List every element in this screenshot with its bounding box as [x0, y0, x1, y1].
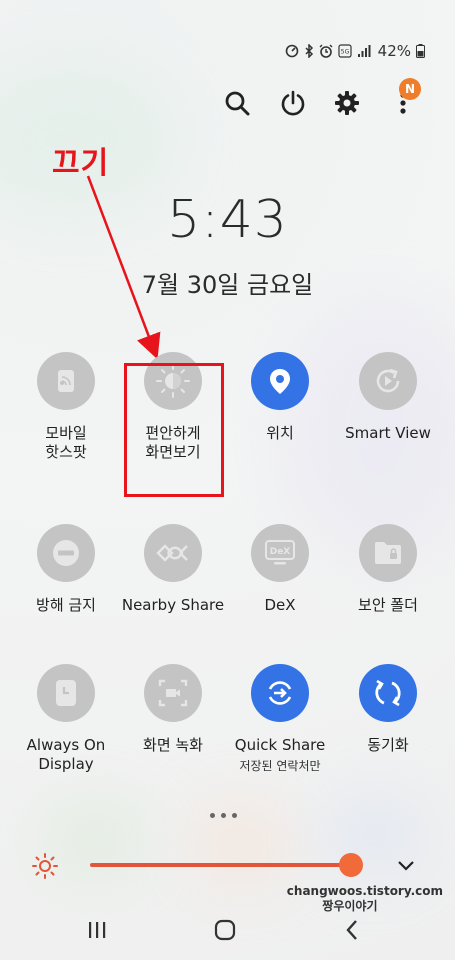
- smart-view-icon: [376, 368, 400, 393]
- dex-icon-text: DeX: [270, 547, 291, 557]
- data-saver-icon: [285, 44, 299, 58]
- battery-icon: [416, 44, 425, 58]
- tile-sync[interactable]: 동기화: [333, 664, 443, 755]
- tile-mobile-hotspot[interactable]: 모바일 핫스팟: [11, 352, 121, 462]
- tile-label-line1: Always On: [26, 736, 106, 754]
- search-icon: [225, 91, 250, 116]
- network-type-text: 5G: [340, 49, 349, 56]
- secure-folder-icon: [375, 542, 401, 564]
- sync-icon: [375, 679, 401, 707]
- expand-button[interactable]: [396, 855, 416, 879]
- tile-nearby-share[interactable]: Nearby Share: [118, 524, 228, 615]
- nearby-share-icon: [156, 544, 188, 562]
- notification-badge: N: [399, 78, 421, 100]
- gear-icon: [335, 91, 359, 115]
- battery-percent: 42%: [377, 42, 411, 60]
- watermark-line1: changwoos.tistory.com: [286, 884, 443, 898]
- tile-label: Nearby Share: [121, 596, 225, 614]
- network-type-icon: 5G: [338, 44, 352, 58]
- clock-phone-icon: [56, 680, 76, 706]
- status-bar: 5G 42%: [285, 42, 425, 60]
- tile-do-not-disturb[interactable]: 방해 금지: [11, 524, 121, 615]
- tile-always-on-display[interactable]: Always On Display: [11, 664, 121, 774]
- chevron-down-icon: [398, 861, 414, 871]
- recents-icon: [89, 922, 106, 938]
- tile-label: 위치: [266, 424, 294, 442]
- home-button[interactable]: [205, 910, 245, 950]
- page-indicator: [210, 813, 237, 818]
- back-button[interactable]: [332, 910, 372, 950]
- home-icon: [214, 919, 236, 941]
- clock-date: 7월 30일 금요일: [141, 271, 314, 299]
- location-pin-icon: [270, 369, 290, 394]
- tile-screen-recorder[interactable]: 화면 녹화: [118, 664, 228, 755]
- tile-label: Always On Display: [11, 736, 121, 774]
- page-dot-active: [221, 813, 226, 818]
- power-button[interactable]: [276, 86, 310, 120]
- power-icon: [281, 90, 305, 116]
- quick-panel-actions: [220, 86, 420, 120]
- tile-sublabel: 저장된 연락처만: [239, 759, 321, 773]
- tile-location[interactable]: 위치: [225, 352, 335, 443]
- tile-label-line2: Display: [38, 755, 94, 773]
- tile-secure-folder[interactable]: 보안 폴더: [333, 524, 443, 615]
- tile-label: 화면 녹화: [143, 736, 203, 754]
- tile-label: DeX: [264, 596, 296, 614]
- tile-label: 동기화: [367, 736, 409, 754]
- alarm-icon: [319, 44, 333, 58]
- tile-label: 모바일 핫스팟: [11, 424, 121, 462]
- minus-circle-icon: [53, 540, 79, 566]
- tile-dex[interactable]: DeX DeX: [225, 524, 335, 615]
- signal-icon: [357, 44, 371, 58]
- tile-label: Smart View: [345, 424, 431, 442]
- screen-record-icon: [158, 679, 188, 707]
- tile-quick-share[interactable]: Quick Share 저장된 연락처만: [225, 664, 335, 774]
- tile-label: 방해 금지: [36, 596, 96, 614]
- back-icon: [346, 920, 357, 940]
- brightness-slider-track[interactable]: [90, 863, 362, 867]
- navigation-bar: [0, 910, 455, 950]
- tile-label-line1: 모바일: [45, 424, 87, 442]
- hotspot-icon: [58, 370, 74, 392]
- recents-button[interactable]: [77, 910, 117, 950]
- tile-label-line2: 핫스팟: [45, 443, 87, 461]
- tile-label: Quick Share: [234, 736, 326, 754]
- page-dot: [232, 813, 237, 818]
- brightness-sun-icon: [31, 852, 59, 884]
- tile-label: 보안 폴더: [358, 596, 418, 614]
- dex-icon: DeX: [265, 540, 295, 565]
- page-dot: [210, 813, 215, 818]
- annotation-highlight-box: [124, 363, 224, 497]
- clock-time: 5:43: [167, 190, 288, 250]
- quick-share-icon: [268, 681, 292, 705]
- brightness-slider-thumb[interactable]: [339, 853, 364, 877]
- annotation-label: 끄기: [52, 146, 110, 181]
- search-button[interactable]: [220, 86, 254, 120]
- settings-button[interactable]: [330, 86, 364, 120]
- tile-smart-view[interactable]: Smart View: [333, 352, 443, 443]
- bluetooth-icon: [304, 44, 314, 58]
